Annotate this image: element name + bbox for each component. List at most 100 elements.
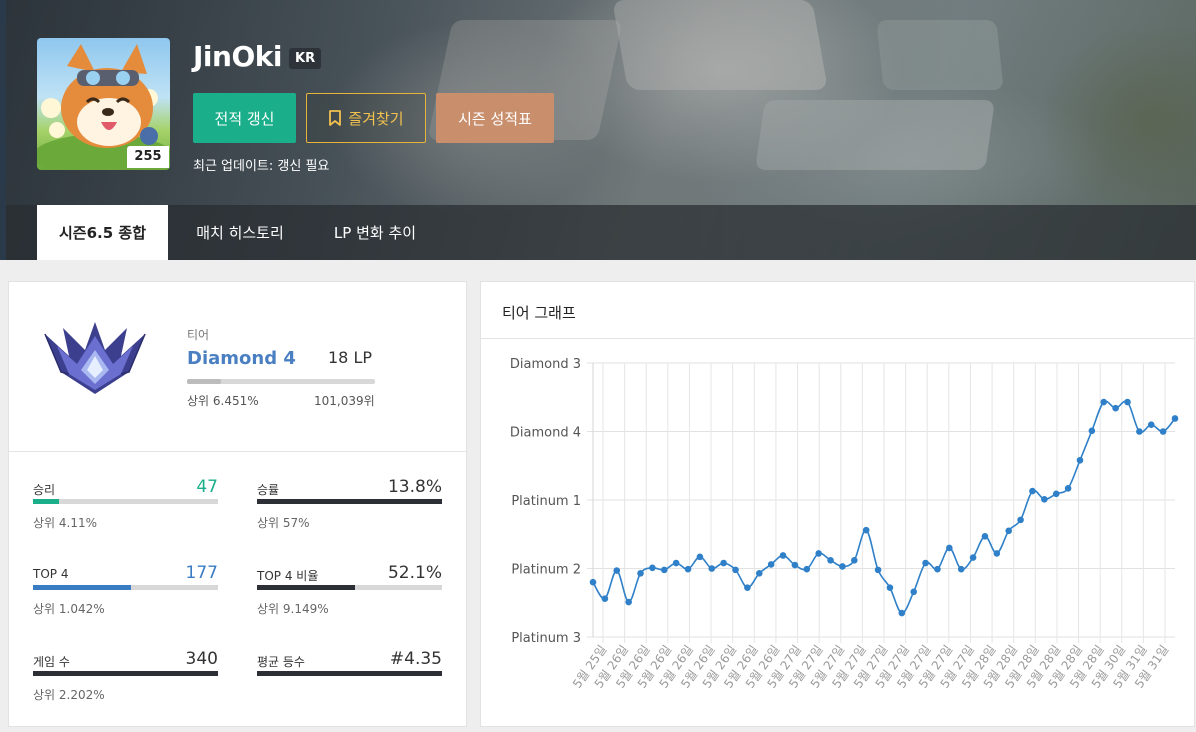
y-tick-label: Platinum 3: [511, 631, 581, 646]
tier-data-point: [1159, 428, 1167, 435]
stat-average-placement: 평균 등수 #4.35: [257, 649, 442, 713]
stat-value: 52.1%: [387, 563, 442, 583]
tab-match-history[interactable]: 매치 히스토리: [175, 205, 305, 260]
tier-data-point: [649, 564, 656, 572]
tier-data-point: [981, 533, 989, 540]
stat-value: 177: [185, 563, 218, 583]
tier-data-point: [625, 598, 632, 606]
tier-data-point: [1076, 456, 1084, 464]
tier-data-point: [1005, 527, 1013, 535]
tier-lp-bar: [187, 379, 375, 384]
stat-label: 게임 수: [33, 655, 70, 669]
tier-data-point: [803, 565, 811, 573]
tier-divider: [9, 451, 466, 452]
tier-data-point: [839, 563, 846, 570]
stat-win-rate: 승률 13.8% 상위 57%: [257, 477, 442, 541]
y-tick-label: Platinum 1: [511, 494, 581, 509]
tier-data-point: [1017, 516, 1024, 524]
tier-data-point: [1112, 404, 1119, 412]
tier-data-point: [767, 561, 775, 568]
tier-data-point: [1147, 421, 1155, 428]
bookmark-icon: [329, 110, 342, 126]
summoner-level-badge: 255: [127, 146, 169, 168]
stat-bar-fill: [257, 585, 356, 590]
stat-bar-fill: [33, 499, 59, 504]
tier-data-point: [1088, 427, 1096, 435]
season-report-button-label: 시즌 성적표: [458, 109, 532, 128]
tier-name: Diamond 4: [187, 348, 296, 369]
tier-data-point: [744, 584, 751, 591]
tier-data-point: [1124, 398, 1131, 406]
tier-data-point: [672, 559, 680, 567]
tier-data-point: [910, 588, 917, 596]
tier-data-point: [696, 553, 704, 561]
tab-lp-trend[interactable]: LP 변화 추이: [312, 205, 438, 260]
stat-top4-rate: TOP 4 비율 52.1% 상위 9.149%: [257, 563, 442, 627]
refresh-button-label: 전적 갱신: [214, 109, 275, 128]
tier-data-point: [1029, 487, 1036, 495]
favorite-button-label: 즐겨찾기: [348, 109, 404, 128]
tier-rank-position: 101,039위: [314, 394, 375, 408]
tier-summary-panel: 티어 Diamond 4 18 LP 상위 6.451% 101,039위 승리…: [8, 281, 467, 727]
season-report-button[interactable]: 시즌 성적표: [436, 93, 554, 143]
refresh-button[interactable]: 전적 갱신: [193, 93, 296, 143]
tier-rank-percent: 상위 6.451%: [187, 394, 259, 408]
tier-data-point: [637, 569, 644, 577]
y-tick-label: Diamond 4: [510, 426, 581, 441]
tier-data-point: [815, 550, 822, 557]
tier-data-point: [898, 609, 906, 617]
tier-data-point: [732, 566, 739, 574]
tier-data-point: [851, 556, 858, 564]
stat-bar: [257, 499, 442, 504]
tier-data-point: [1171, 415, 1179, 422]
tab-season-overview[interactable]: 시즌6.5 종합: [37, 205, 168, 260]
tier-lp-bar-fill: [187, 379, 221, 384]
tier-data-point: [684, 565, 692, 573]
tier-data-point: [1136, 428, 1143, 435]
tier-data-point: [827, 556, 834, 564]
stat-rank: 상위 4.11%: [33, 516, 98, 530]
stat-label: 승률: [257, 483, 280, 497]
stat-games-played: 게임 수 340 상위 2.202%: [33, 649, 218, 713]
stat-label: TOP 4: [33, 567, 69, 581]
stat-bar-fill: [33, 671, 218, 676]
tier-data-point: [1041, 496, 1048, 503]
tier-data-point: [755, 569, 763, 577]
stat-top4: TOP 4 177 상위 1.042%: [33, 563, 218, 627]
tier-line-chart: Platinum 3 Platinum 2 Platinum 1 Diamond 4 D…: [510, 357, 1179, 691]
stat-wins: 승리 47 상위 4.11%: [33, 477, 218, 541]
tier-graph-panel: 티어 그래프 Platinum 3 Platinum 2 Platinum 1 Dia…: [480, 281, 1195, 727]
y-tick-label: Diamond 3: [510, 357, 581, 372]
tier-data-point: [1100, 398, 1108, 406]
stat-value: 340: [185, 649, 218, 669]
tier-data-point: [613, 567, 621, 574]
y-tick-label: Platinum 2: [511, 563, 581, 578]
stat-rank: 상위 57%: [257, 516, 310, 530]
tier-data-point: [874, 566, 882, 574]
tier-data-point: [708, 565, 716, 572]
region-badge: KR: [289, 48, 322, 69]
stat-bar: [257, 585, 442, 590]
tier-data-point: [886, 584, 894, 591]
stat-bar: [33, 671, 218, 676]
stat-rank: 상위 9.149%: [257, 602, 329, 616]
tier-data-point: [934, 565, 941, 573]
stat-rank: 상위 2.202%: [33, 688, 105, 702]
tier-data-point: [1064, 485, 1072, 492]
tier-data-point: [969, 554, 977, 561]
stat-value: #4.35: [389, 649, 442, 669]
stat-bar-fill: [257, 499, 442, 504]
tier-lp: 18 LP: [328, 348, 373, 367]
stat-bar: [33, 585, 218, 590]
favorite-button[interactable]: 즐겨찾기: [306, 93, 426, 143]
stat-label: 평균 등수: [257, 655, 305, 669]
tier-data-point: [791, 561, 799, 569]
tier-data-point: [720, 559, 727, 567]
stat-value: 13.8%: [387, 477, 442, 497]
diamond-emblem-icon: [44, 322, 146, 394]
tier-label: 티어: [187, 328, 210, 342]
tier-data-point: [589, 578, 597, 586]
tier-data-point: [601, 595, 609, 602]
tier-data-point: [946, 544, 953, 552]
stat-bar-fill: [257, 671, 442, 676]
